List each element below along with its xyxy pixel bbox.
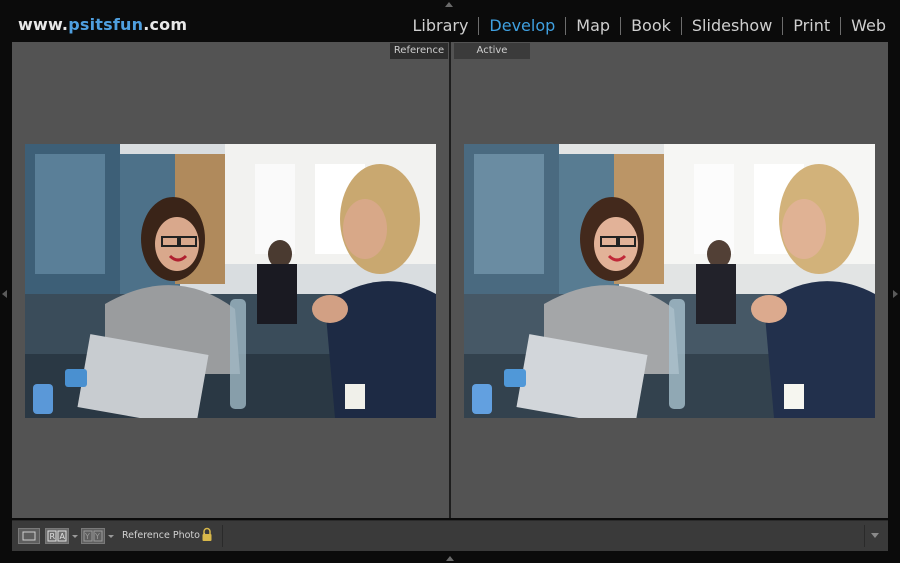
collapse-top-panel-arrow-icon[interactable]	[445, 2, 453, 7]
bottom-toolbar: R A Y Y Reference Photo :	[12, 520, 888, 551]
reference-view-area: Reference Active	[12, 42, 888, 518]
active-photo-image	[464, 144, 875, 418]
loupe-view-icon	[22, 531, 36, 541]
module-library[interactable]: Library	[406, 16, 474, 35]
reference-active-view-icon: R A	[47, 530, 67, 542]
before-after-dropdown-caret-icon[interactable]	[108, 535, 114, 538]
toolbar-separator	[222, 525, 223, 547]
module-map[interactable]: Map	[570, 16, 616, 35]
svg-text:A: A	[60, 532, 66, 541]
module-book[interactable]: Book	[625, 16, 677, 35]
reference-photo[interactable]	[25, 144, 436, 418]
reference-active-view-button[interactable]: R A	[45, 528, 69, 544]
module-picker: Library Develop Map Book Slideshow Print…	[406, 16, 892, 35]
svg-text:Y: Y	[84, 532, 90, 541]
module-separator	[565, 16, 567, 35]
identity-plate: www.psitsfun.com	[18, 15, 187, 34]
module-separator	[620, 16, 622, 35]
brand-name: psitsfun	[68, 15, 144, 34]
brand-prefix: www.	[18, 15, 69, 34]
module-develop[interactable]: Develop	[483, 16, 561, 35]
module-web[interactable]: Web	[845, 16, 892, 35]
before-after-view-button[interactable]: Y Y	[81, 528, 105, 544]
top-bar: www.psitsfun.com Library Develop Map Boo…	[0, 0, 900, 40]
view-mode-dropdown-caret-icon[interactable]	[72, 535, 78, 538]
reference-panel-label: Reference	[390, 43, 448, 59]
reference-photo-image	[25, 144, 436, 418]
brand-suffix: .com	[143, 15, 188, 34]
module-separator	[680, 16, 682, 35]
before-after-view-icon: Y Y	[83, 530, 103, 542]
svg-text:R: R	[50, 532, 56, 541]
panel-divider	[449, 42, 451, 518]
padlock-icon-glyph	[202, 527, 212, 541]
loupe-view-button[interactable]	[18, 528, 40, 544]
reference-photo-label: Reference Photo :	[122, 530, 207, 541]
toolbar-content-dropdown-icon[interactable]	[871, 533, 879, 538]
collapse-bottom-panel-arrow-icon[interactable]	[446, 556, 454, 561]
padlock-icon[interactable]	[201, 527, 213, 547]
module-separator	[782, 16, 784, 35]
module-slideshow[interactable]: Slideshow	[686, 16, 778, 35]
active-panel-label: Active	[454, 43, 530, 59]
module-print[interactable]: Print	[787, 16, 836, 35]
active-photo[interactable]	[464, 144, 875, 418]
svg-text:Y: Y	[94, 532, 100, 541]
module-separator	[840, 16, 842, 35]
collapse-left-panel-arrow-icon[interactable]	[2, 290, 7, 298]
collapse-right-panel-arrow-icon[interactable]	[893, 290, 898, 298]
module-separator	[478, 16, 480, 35]
toolbar-separator	[864, 525, 865, 547]
